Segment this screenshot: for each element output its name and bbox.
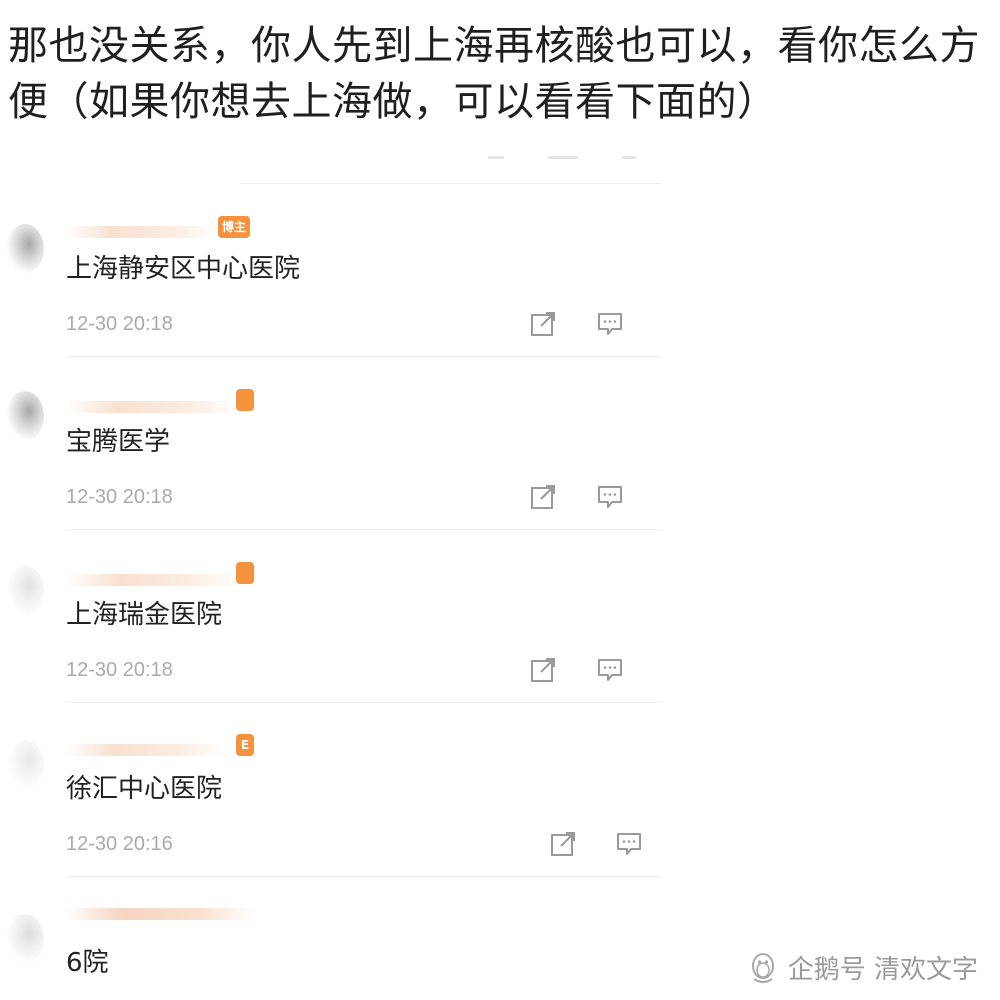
faint-fragment bbox=[488, 156, 504, 159]
avatar[interactable] bbox=[6, 914, 44, 964]
username-blurred[interactable] bbox=[66, 226, 216, 238]
comment-time: 12-30 20:18 bbox=[66, 659, 173, 681]
watermark: 企鹅号 清欢文字 bbox=[746, 949, 978, 986]
comment-text: 徐汇中心医院 bbox=[66, 774, 223, 804]
username-blurred[interactable] bbox=[66, 574, 241, 586]
comment-text: 上海静安区中心医院 bbox=[66, 254, 301, 284]
divider bbox=[66, 876, 662, 877]
faint-fragment bbox=[548, 156, 578, 159]
author-badge: E bbox=[236, 734, 254, 756]
comment-item[interactable]: 6院 bbox=[0, 904, 665, 1000]
comment-text: 6院 bbox=[66, 948, 109, 978]
username-blurred[interactable] bbox=[66, 744, 226, 756]
username-blurred[interactable] bbox=[66, 908, 256, 920]
comment-icon[interactable] bbox=[596, 310, 624, 338]
share-icon[interactable] bbox=[529, 483, 557, 511]
username-blurred[interactable] bbox=[66, 401, 241, 413]
avatar[interactable] bbox=[6, 566, 44, 616]
comment-list: 博主 上海静安区中心医院 12-30 20:18 宝腾医学 12-30 20:1… bbox=[0, 150, 665, 1000]
share-icon[interactable] bbox=[549, 830, 577, 858]
author-badge bbox=[236, 562, 254, 584]
comment-item[interactable]: E 徐汇中心医院 12-30 20:16 bbox=[0, 730, 665, 904]
penguin-icon bbox=[751, 952, 774, 983]
divider bbox=[240, 183, 660, 184]
comment-text: 宝腾医学 bbox=[66, 427, 171, 457]
comment-icon[interactable] bbox=[596, 656, 624, 684]
avatar[interactable] bbox=[6, 391, 44, 441]
comment-time: 12-30 20:18 bbox=[66, 486, 173, 508]
comment-icon[interactable] bbox=[615, 830, 643, 858]
share-icon[interactable] bbox=[529, 656, 557, 684]
faint-fragment bbox=[622, 156, 636, 159]
divider bbox=[66, 529, 662, 530]
author-badge bbox=[236, 389, 254, 411]
avatar[interactable] bbox=[6, 224, 44, 274]
comment-time: 12-30 20:16 bbox=[66, 833, 173, 855]
comment-item[interactable]: 宝腾医学 12-30 20:18 bbox=[0, 383, 665, 557]
header-text: 那也没关系，你人先到上海再核酸也可以，看你怎么方便（如果你想去上海做，可以看看下… bbox=[8, 23, 980, 125]
divider bbox=[66, 702, 662, 703]
comment-time: 12-30 20:18 bbox=[66, 313, 173, 335]
comment-item[interactable]: 上海瑞金医院 12-30 20:18 bbox=[0, 556, 665, 730]
share-icon[interactable] bbox=[529, 310, 557, 338]
avatar[interactable] bbox=[6, 740, 44, 790]
author-badge: 博主 bbox=[218, 216, 251, 238]
divider bbox=[66, 356, 662, 357]
comment-item[interactable]: 博主 上海静安区中心医院 12-30 20:18 bbox=[0, 210, 665, 384]
comment-icon[interactable] bbox=[596, 483, 624, 511]
watermark-text: 企鹅号 清欢文字 bbox=[787, 955, 978, 985]
comment-text: 上海瑞金医院 bbox=[66, 600, 223, 630]
